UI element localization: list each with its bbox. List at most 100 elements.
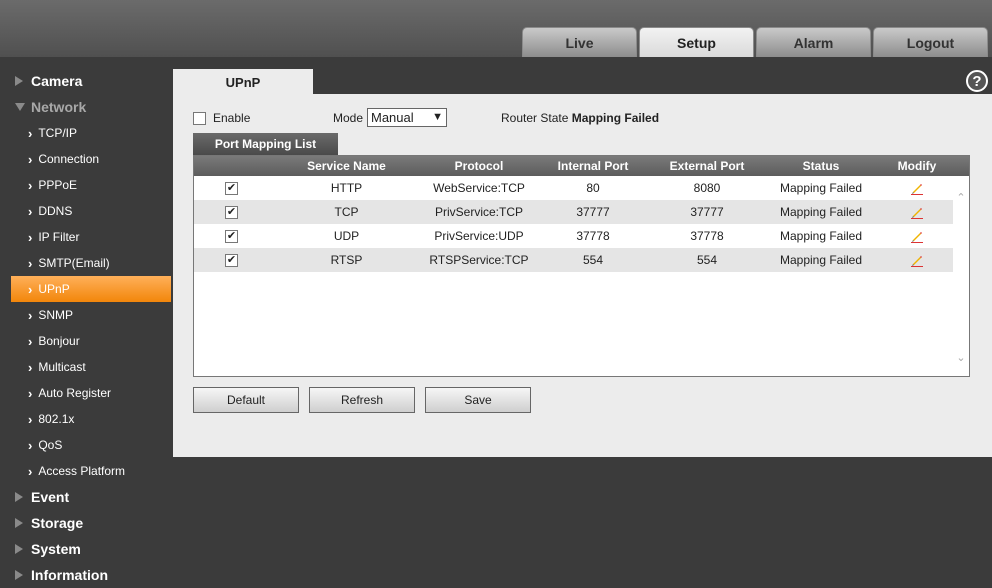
row-checkbox[interactable]: ✔: [225, 253, 238, 267]
external-port-cell: 37777: [690, 205, 724, 219]
sidebar-item-pppoe[interactable]: › PPPoE: [11, 172, 171, 198]
sidebar-group-event[interactable]: Event: [0, 484, 173, 510]
row-select-cell: ✔: [194, 229, 269, 243]
sidebar-item-label: Bonjour: [38, 334, 80, 348]
sidebar-item-label: TCP/IP: [38, 126, 78, 140]
service-name-cell: TCP: [334, 205, 359, 219]
internal-port-cell: 37778: [576, 229, 610, 243]
chevron-right-icon: ›: [28, 385, 33, 401]
enable-label: Enable: [213, 111, 251, 125]
sidebar-group-label: Storage: [31, 515, 84, 531]
row-select-cell: ✔: [194, 205, 269, 219]
sidebar-item-label: Multicast: [38, 360, 86, 374]
sidebar-item-snmp[interactable]: › SNMP: [11, 302, 171, 328]
header-protocol: Protocol: [454, 159, 504, 173]
scroll-down-icon[interactable]: ⌄: [955, 352, 967, 364]
chevron-right-icon: ›: [28, 359, 33, 375]
sidebar-group-information[interactable]: Information: [0, 562, 173, 588]
sidebar-item-label: UPnP: [38, 282, 70, 296]
mode-label: Mode: [333, 111, 364, 125]
mode-select[interactable]: Manual ▼: [367, 108, 447, 127]
sidebar-item-bonjour[interactable]: › Bonjour: [11, 328, 171, 354]
sidebar-item-ip-filter[interactable]: › IP Filter: [11, 224, 171, 250]
chevron-right-icon: ›: [28, 411, 33, 427]
protocol-cell: PrivService:UDP: [434, 229, 524, 243]
sidebar-item-label: Access Platform: [38, 464, 126, 478]
expand-arrow-icon: [15, 544, 23, 554]
sidebar-group-label: System: [31, 541, 81, 557]
internal-port-cell: 554: [582, 253, 604, 267]
status-cell: Mapping Failed: [779, 205, 863, 219]
tab-logout[interactable]: Logout: [873, 27, 988, 57]
sidebar-item-smtp-email[interactable]: › SMTP(Email): [11, 250, 171, 276]
sidebar-item-access-platform[interactable]: › Access Platform: [11, 458, 171, 484]
sidebar-item-802-1x[interactable]: › 802.1x: [11, 406, 171, 432]
scroll-up-icon[interactable]: ⌃: [955, 192, 967, 204]
router-state-value: Mapping Failed: [571, 111, 660, 125]
sidebar-item-qos[interactable]: › QoS: [11, 432, 171, 458]
chevron-right-icon: ›: [28, 177, 33, 193]
edit-icon[interactable]: [910, 181, 924, 195]
header-status: Status: [802, 159, 840, 173]
row-checkbox[interactable]: ✔: [225, 205, 238, 219]
modify-cell: [880, 205, 954, 219]
internal-port-cell: 80: [586, 181, 600, 195]
expand-arrow-icon: [15, 570, 23, 580]
chevron-right-icon: ›: [28, 255, 33, 271]
service-name-cell: HTTP: [330, 181, 363, 195]
sidebar-group-label: Network: [31, 99, 87, 115]
internal-port-cell: 37777: [576, 205, 610, 219]
enable-checkbox[interactable]: [193, 111, 206, 125]
sidebar-item-label: 802.1x: [38, 412, 75, 426]
chevron-right-icon: ›: [28, 151, 33, 167]
row-select-cell: ✔: [194, 181, 269, 195]
sidebar-item-multicast[interactable]: › Multicast: [11, 354, 171, 380]
row-checkbox[interactable]: ✔: [225, 229, 238, 243]
save-button[interactable]: Save: [425, 387, 531, 413]
edit-icon[interactable]: [910, 253, 924, 267]
table-row: ✔ HTTP WebService:TCP 80 8080 Mapping Failed: [194, 176, 954, 200]
default-button[interactable]: Default: [193, 387, 299, 413]
tab-live[interactable]: Live: [522, 27, 637, 57]
sidebar-item-tcp-ip[interactable]: › TCP/IP: [11, 120, 171, 146]
edit-icon[interactable]: [910, 229, 924, 243]
chevron-right-icon: ›: [28, 281, 33, 297]
protocol-cell: WebService:TCP: [433, 181, 525, 195]
external-port-cell: 554: [696, 253, 718, 267]
port-mapping-table: Service Name Protocol Internal Port Exte…: [193, 155, 970, 377]
chevron-right-icon: ›: [28, 307, 33, 323]
table-header: Service Name Protocol Internal Port Exte…: [194, 156, 969, 176]
chevron-down-icon: ▼: [432, 111, 443, 123]
sidebar-item-auto-register[interactable]: › Auto Register: [11, 380, 171, 406]
mode-value: Manual: [371, 110, 414, 125]
table-body: ✔ HTTP WebService:TCP 80 8080 Mapping Failed ✔…: [194, 176, 954, 272]
modify-cell: [880, 181, 954, 195]
collapse-arrow-icon: [15, 103, 25, 111]
port-mapping-list-tab[interactable]: Port Mapping List: [193, 133, 338, 155]
expand-arrow-icon: [15, 492, 23, 502]
table-scrollbar[interactable]: ⌃ ⌄: [953, 176, 969, 376]
tab-setup[interactable]: Setup: [639, 27, 754, 57]
refresh-button[interactable]: Refresh: [309, 387, 415, 413]
chevron-right-icon: ›: [28, 203, 33, 219]
sidebar-item-ddns[interactable]: › DDNS: [11, 198, 171, 224]
sidebar-item-upnp[interactable]: › UPnP: [11, 276, 171, 302]
row-checkbox[interactable]: ✔: [225, 181, 238, 195]
sidebar-group-storage[interactable]: Storage: [0, 510, 173, 536]
header-service-name: Service Name: [307, 159, 386, 173]
header-modify: Modify: [897, 159, 937, 173]
sidebar-item-connection[interactable]: › Connection: [11, 146, 171, 172]
help-icon[interactable]: ?: [966, 70, 988, 92]
table-row: ✔ RTSP RTSPService:TCP 554 554 Mapping Failed: [194, 248, 954, 272]
sidebar-group-camera[interactable]: Camera: [0, 68, 173, 94]
sidebar-group-network[interactable]: Network: [0, 94, 173, 120]
tab-alarm[interactable]: Alarm: [756, 27, 871, 57]
edit-icon[interactable]: [910, 205, 924, 219]
expand-arrow-icon: [15, 518, 23, 528]
sidebar-item-label: Auto Register: [38, 386, 112, 400]
sidebar-item-label: SNMP: [38, 308, 74, 322]
sidebar-group-system[interactable]: System: [0, 536, 173, 562]
network-items: › TCP/IP › Connection › PPPoE › DDNS › IP Filter ›…: [0, 120, 173, 484]
header-internal-port: Internal Port: [557, 159, 629, 173]
modify-cell: [880, 253, 954, 267]
